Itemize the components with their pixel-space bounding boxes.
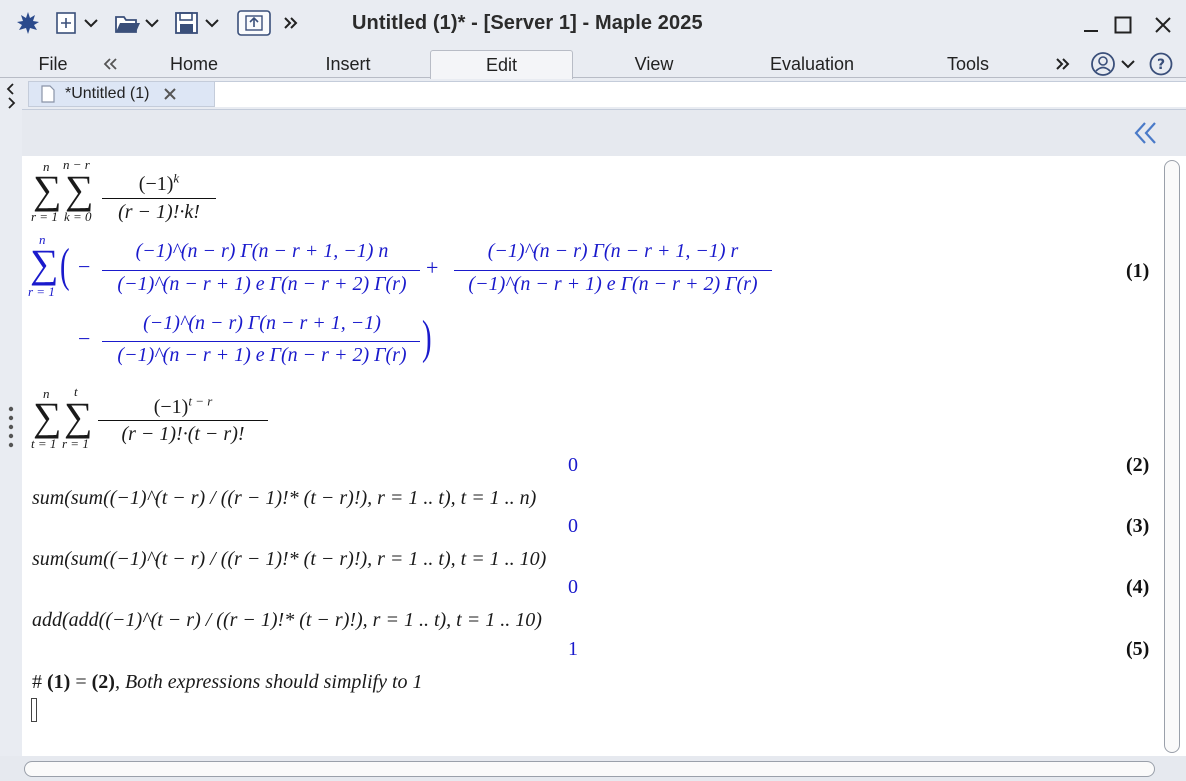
- input-3[interactable]: sum(sum((−1)^(t − r) / ((r − 1)!* (t − r…: [32, 487, 536, 510]
- tab-edit[interactable]: Edit: [430, 50, 573, 79]
- double-chevron-left-icon[interactable]: [1132, 120, 1160, 146]
- equation-label: (4): [1126, 576, 1150, 598]
- tab-file[interactable]: File: [30, 50, 76, 78]
- document-icon: [41, 85, 55, 103]
- output-4: 0: [568, 576, 578, 598]
- minimize-icon: [1084, 30, 1098, 32]
- fraction-bar: [102, 341, 420, 343]
- comment-line[interactable]: # (1) = (2), Both expressions should sim…: [32, 671, 423, 694]
- equation-label: (2): [1126, 454, 1150, 476]
- vertical-scrollbar[interactable]: [1160, 156, 1186, 756]
- output-2: 0: [568, 454, 578, 476]
- term2-denominator: (−1)^(n − r + 1) e Γ(n − r + 2) Γ(r): [468, 273, 758, 295]
- sum-symbol: ∑: [30, 241, 59, 286]
- term3-numerator: (−1)^(n − r) Γ(n − r + 1, −1): [143, 312, 381, 334]
- close-button[interactable]: [1148, 10, 1178, 40]
- fraction-numerator: (−1)k: [138, 170, 180, 195]
- fraction-bar: [454, 270, 772, 272]
- new-document-button[interactable]: [53, 8, 103, 38]
- fraction-denominator: (r − 1)!·k!: [118, 201, 200, 223]
- tab-tools[interactable]: Tools: [924, 50, 1012, 78]
- comment-text: , Both expressions should simplify to 1: [114, 671, 423, 693]
- account-button[interactable]: [1086, 50, 1140, 78]
- term1-denominator: (−1)^(n − r + 1) e Γ(n − r + 2) Γ(r): [117, 273, 407, 295]
- minimize-button[interactable]: [1076, 10, 1106, 40]
- fraction-bar: [98, 420, 268, 422]
- ribbon-collapse-left-icon[interactable]: [98, 50, 122, 78]
- equation-label: (3): [1126, 515, 1150, 537]
- equation-label: (5): [1126, 638, 1150, 660]
- help-button[interactable]: ?: [1148, 50, 1174, 78]
- context-panel-bar: [22, 109, 1186, 156]
- double-chevron-right-icon[interactable]: [1052, 50, 1074, 78]
- group-handle[interactable]: [8, 406, 14, 452]
- tab-view[interactable]: View: [610, 50, 698, 78]
- empty-input-cursor[interactable]: [31, 698, 37, 722]
- input-2[interactable]: n ∑ t = 1 t ∑ r = 1 (−1)t − r (r − 1)!·(…: [22, 384, 322, 454]
- output-1: n ∑ r = 1 ( − (−1)^(n − r) Γ(n − r + 1, …: [22, 230, 1160, 380]
- horizontal-scrollbar[interactable]: [0, 756, 1186, 781]
- sum-symbol: ∑: [33, 167, 62, 212]
- close-tab-icon[interactable]: [163, 87, 177, 101]
- help-icon: ?: [1149, 52, 1173, 76]
- export-button[interactable]: [235, 8, 273, 38]
- input-4[interactable]: sum(sum((−1)^(t − r) / ((r − 1)!* (t − r…: [32, 548, 546, 571]
- save-button[interactable]: [173, 8, 223, 38]
- term1-numerator: (−1)^(n − r) Γ(n − r + 1, −1) n: [135, 240, 389, 262]
- double-chevron-right-icon[interactable]: [280, 8, 302, 38]
- tab-home[interactable]: Home: [150, 50, 238, 78]
- term2-numerator: (−1)^(n − r) Γ(n − r + 1, −1) r: [487, 240, 739, 262]
- tab-insert[interactable]: Insert: [304, 50, 392, 78]
- term3-denominator: (−1)^(n − r + 1) e Γ(n − r + 2) Γ(r): [117, 344, 407, 366]
- close-icon: [1155, 17, 1171, 33]
- account-icon: [1091, 52, 1135, 76]
- sum-symbol: ∑: [64, 394, 93, 439]
- tab-evaluation[interactable]: Evaluation: [756, 50, 868, 78]
- fraction-numerator: (−1)t − r: [153, 393, 213, 418]
- tab-scroll-arrows[interactable]: [4, 81, 18, 109]
- input-5[interactable]: add(add((−1)^(t − r) / ((r − 1)!* (t − r…: [32, 609, 542, 632]
- maximize-button[interactable]: [1108, 10, 1138, 40]
- maple-leaf-icon[interactable]: [14, 8, 42, 38]
- document-tab-strip: *Untitled (1): [0, 79, 1186, 109]
- svg-text:?: ?: [1157, 57, 1165, 73]
- sum-symbol: ∑: [65, 167, 94, 212]
- window-title: Untitled (1)* - [Server 1] - Maple 2025: [352, 12, 703, 34]
- equation-reference[interactable]: (2): [92, 671, 115, 693]
- equation-label: (1): [1126, 260, 1150, 282]
- ribbon-tab-bar: File Home Insert Edit View Evaluation To…: [0, 46, 1186, 79]
- fraction-bar: [102, 270, 420, 272]
- output-3: 0: [568, 515, 578, 537]
- sum-symbol: ∑: [33, 394, 62, 439]
- document-tab[interactable]: *Untitled (1): [28, 81, 215, 107]
- input-1[interactable]: n ∑ r = 1 n − r ∑ k = 0 (−1)k (r − 1)!·k…: [22, 156, 322, 228]
- horizontal-scroll-thumb[interactable]: [24, 761, 1155, 777]
- fraction-denominator: (r − 1)!·(t − r)!: [121, 423, 245, 445]
- tab-strip-empty-area: [215, 81, 1186, 107]
- maximize-icon: [1114, 16, 1132, 34]
- right-paren: ): [422, 311, 432, 364]
- left-paren: (: [60, 239, 70, 292]
- output-5: 1: [568, 638, 578, 660]
- title-bar: Untitled (1)* - [Server 1] - Maple 2025: [0, 0, 1186, 46]
- fraction-bar: [102, 198, 216, 200]
- document-tab-label: *Untitled (1): [65, 85, 150, 102]
- equation-reference[interactable]: (1): [47, 671, 70, 693]
- worksheet[interactable]: n ∑ r = 1 n − r ∑ k = 0 (−1)k (r − 1)!·k…: [8, 156, 1160, 756]
- open-folder-button[interactable]: [113, 8, 163, 38]
- vertical-scroll-thumb[interactable]: [1164, 160, 1180, 753]
